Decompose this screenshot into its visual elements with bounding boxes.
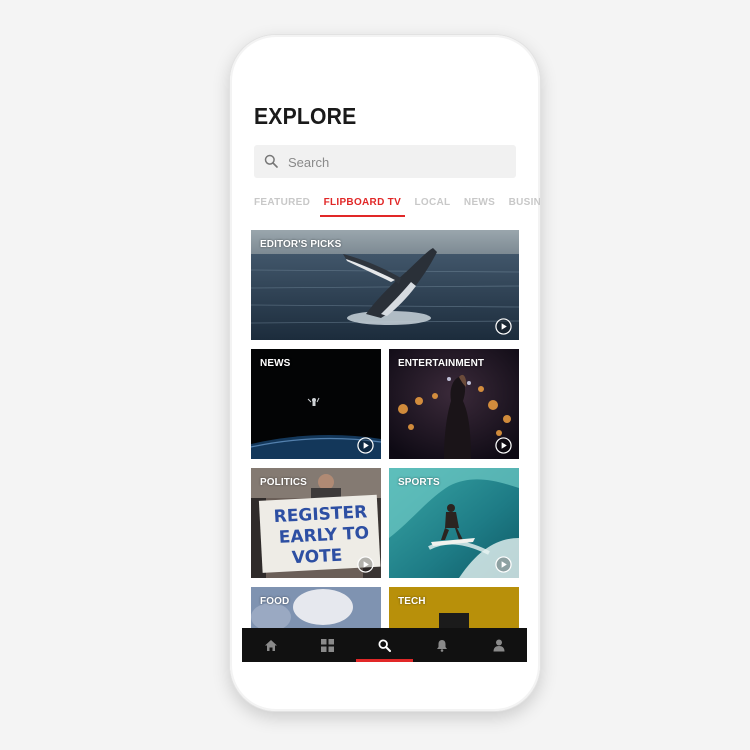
bottom-nav <box>242 628 527 662</box>
phone-frame: EXPLORE FEATURED FLIPBOARD TV LOCAL NEWS… <box>230 35 540 711</box>
nav-notifications[interactable] <box>413 628 470 662</box>
tile-news[interactable]: NEWS <box>251 349 381 459</box>
nav-home[interactable] <box>242 628 299 662</box>
search-icon <box>264 154 278 168</box>
home-icon <box>264 639 277 651</box>
tab-business[interactable]: BUSINESS <box>509 197 540 214</box>
tile-politics[interactable]: REGISTER EARLY TO VOTE POLITICS <box>251 468 381 578</box>
tab-news[interactable]: NEWS <box>464 197 495 214</box>
category-tabs: FEATURED FLIPBOARD TV LOCAL NEWS BUSINES… <box>254 192 540 222</box>
food-image <box>251 587 381 629</box>
nav-search[interactable] <box>356 628 413 662</box>
tile-sports[interactable]: SPORTS <box>389 468 519 578</box>
search-icon <box>378 638 391 652</box>
play-icon[interactable] <box>357 556 374 573</box>
play-icon[interactable] <box>495 318 512 335</box>
page-title: EXPLORE <box>254 103 357 129</box>
search-input[interactable] <box>286 145 510 180</box>
tile-tech[interactable]: TECH <box>389 587 519 629</box>
profile-icon <box>493 639 504 651</box>
svg-text:VOTE: VOTE <box>291 546 343 569</box>
tile-label: NEWS <box>260 358 291 369</box>
tab-flipboard-tv[interactable]: FLIPBOARD TV <box>319 197 405 217</box>
tile-food[interactable]: FOOD <box>251 587 381 629</box>
tile-label: SPORTS <box>398 477 440 488</box>
play-icon[interactable] <box>357 437 374 454</box>
nav-profile[interactable] <box>470 628 527 662</box>
tech-image <box>389 587 519 629</box>
tile-label: POLITICS <box>260 477 307 488</box>
nav-grid[interactable] <box>299 628 356 662</box>
bell-icon <box>436 639 447 652</box>
tab-local[interactable]: LOCAL <box>415 197 451 214</box>
tile-editors-picks[interactable]: EDITOR'S PICKS <box>251 230 519 340</box>
tile-label: FOOD <box>260 596 290 607</box>
search-bar[interactable] <box>254 145 516 180</box>
play-icon[interactable] <box>495 437 512 454</box>
tile-label: EDITOR'S PICKS <box>260 239 342 250</box>
grid-icon <box>321 638 334 652</box>
tile-label: TECH <box>398 596 426 607</box>
tab-featured[interactable]: FEATURED <box>254 197 310 214</box>
play-icon[interactable] <box>495 556 512 573</box>
tile-label: ENTERTAINMENT <box>398 358 485 369</box>
tile-entertainment[interactable]: ENTERTAINMENT <box>389 349 519 459</box>
